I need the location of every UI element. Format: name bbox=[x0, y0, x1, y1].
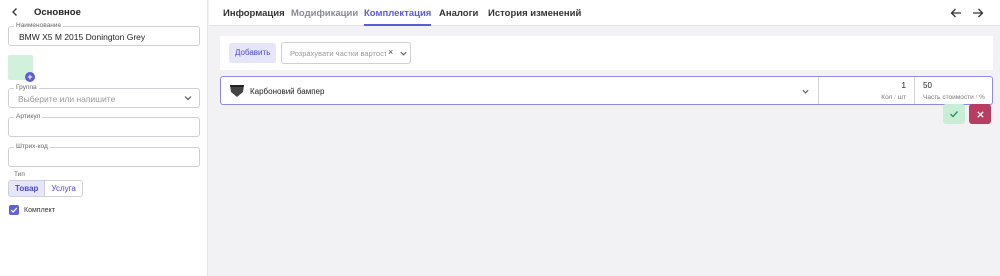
arrow-right-icon[interactable] bbox=[971, 6, 985, 20]
quantity-label-text: Кол bbox=[881, 94, 893, 101]
tab-history[interactable]: История изменений bbox=[488, 8, 581, 26]
chevron-down-icon[interactable] bbox=[399, 49, 408, 58]
check-icon bbox=[950, 111, 959, 118]
components-toolbar: Добавить Розрахувати частки вартості × bbox=[220, 36, 993, 70]
left-title: Основное bbox=[34, 6, 81, 18]
chevron-left-icon[interactable] bbox=[8, 5, 22, 19]
article-field[interactable]: Артикул bbox=[8, 112, 200, 137]
share-value: 50 bbox=[923, 81, 932, 90]
group-select-label: Группа bbox=[14, 83, 39, 92]
left-panel: Основное Наименование BMW X5 M 2015 Doni… bbox=[0, 0, 208, 276]
add-button[interactable]: Добавить bbox=[229, 43, 277, 63]
component-row[interactable]: Карбоновий бампер 1 Кол / шт 50 Часть ст… bbox=[220, 76, 993, 105]
quantity-unit: шт bbox=[897, 94, 906, 101]
group-select[interactable]: Группа Выберите или напишите bbox=[8, 83, 200, 108]
article-field-label: Артикул bbox=[14, 112, 43, 121]
kit-checkbox-label: Комплект bbox=[24, 206, 55, 214]
share-label-text: Часть стоимости bbox=[923, 94, 974, 101]
share-label: Часть стоимости / % bbox=[923, 94, 985, 101]
share-unit: % bbox=[979, 94, 985, 101]
chevron-down-icon[interactable] bbox=[801, 87, 810, 96]
name-field-value: BMW X5 M 2015 Donington Grey bbox=[19, 32, 146, 42]
close-icon bbox=[976, 110, 984, 118]
quantity-value: 1 bbox=[901, 81, 906, 90]
calc-share-select[interactable]: Розрахувати частки вартості × bbox=[281, 42, 411, 64]
tab-analogs[interactable]: Аналоги bbox=[439, 8, 478, 26]
name-field[interactable]: Наименование BMW X5 M 2015 Donington Gre… bbox=[8, 21, 200, 46]
type-label: Тип bbox=[14, 171, 25, 178]
kit-checkbox-row[interactable]: Комплект bbox=[9, 205, 55, 215]
quantity-input[interactable]: 1 Кол / шт bbox=[818, 77, 914, 104]
arrow-left-icon[interactable] bbox=[949, 6, 963, 20]
share-input[interactable]: 50 Часть стоимости / % bbox=[914, 77, 992, 104]
clear-icon[interactable]: × bbox=[388, 47, 393, 57]
name-field-label: Наименование bbox=[14, 21, 64, 30]
type-toggle: Товар Услуга bbox=[8, 180, 83, 197]
barcode-field-label: Штрих-код bbox=[14, 142, 50, 151]
group-select-placeholder: Выберите или напишите bbox=[18, 94, 116, 104]
calc-share-placeholder: Розрахувати частки вартості bbox=[290, 49, 386, 58]
check-icon bbox=[10, 207, 18, 213]
chevron-down-icon bbox=[183, 93, 193, 103]
tab-modifications[interactable]: Модификации bbox=[291, 8, 358, 26]
confirm-button[interactable] bbox=[943, 104, 965, 124]
kit-checkbox[interactable] bbox=[9, 205, 19, 215]
type-option-service[interactable]: Услуга bbox=[45, 181, 82, 196]
tab-completeness[interactable]: Комплектация bbox=[364, 8, 432, 26]
tab-bar: Информация Модификации Комплектация Анал… bbox=[209, 0, 1000, 26]
quantity-label: Кол / шт bbox=[881, 94, 906, 101]
cancel-button[interactable] bbox=[969, 104, 991, 124]
tab-information[interactable]: Информация bbox=[223, 8, 285, 26]
type-option-goods[interactable]: Товар bbox=[9, 181, 46, 196]
barcode-field[interactable]: Штрих-код bbox=[8, 142, 200, 167]
add-image-button[interactable]: + bbox=[25, 72, 35, 82]
bumper-icon bbox=[229, 83, 245, 98]
left-header: Основное bbox=[8, 5, 81, 19]
component-name: Карбоновий бампер bbox=[250, 87, 325, 96]
